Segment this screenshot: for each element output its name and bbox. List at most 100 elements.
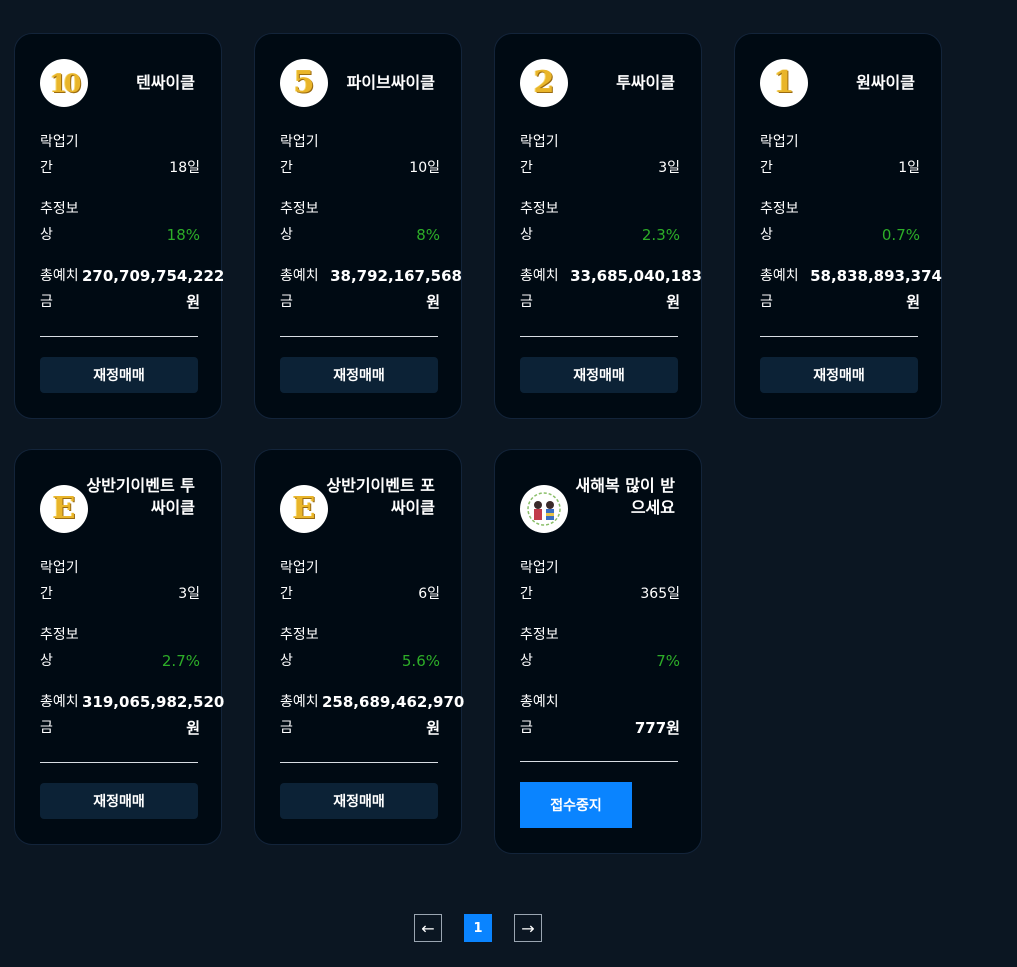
- product-card-one-cycle: 1 원싸이클 락업기간 1일 추정보상 0.7% 총예치금 58,838,893…: [734, 33, 942, 419]
- deposit-value: 33,685,040,183 원: [570, 267, 702, 311]
- lockup-row: 락업기간 6일: [280, 555, 440, 607]
- trade-button[interactable]: 재정매매: [280, 783, 438, 819]
- deposit-value: 38,792,167,568 원: [330, 267, 462, 311]
- reward-label: 추정보상: [520, 201, 559, 243]
- reward-value: 5.6%: [401, 652, 440, 670]
- reward-value: 2.3%: [641, 226, 680, 244]
- product-card-two-cycle: 2 투싸이클 락업기간 3일 추정보상 2.3% 총예치금 33,685,040…: [494, 33, 702, 419]
- lockup-label: 락업기간: [280, 134, 319, 176]
- reward-value: 7%: [656, 652, 680, 670]
- lockup-label: 락업기간: [520, 134, 559, 176]
- card-title: 상반기이벤트 투싸이클: [86, 476, 195, 517]
- reward-row: 추정보상 2.3%: [520, 196, 680, 248]
- card-title: 상반기이벤트 포싸이클: [326, 476, 435, 517]
- deposit-value: 58,838,893,374 원: [810, 267, 942, 311]
- closed-button[interactable]: 접수중지: [520, 782, 632, 828]
- trade-button[interactable]: 재정매매: [280, 357, 438, 393]
- lockup-value: 18일: [169, 160, 200, 176]
- deposit-value: 777원: [634, 719, 680, 737]
- reward-row: 추정보상 2.7%: [40, 622, 200, 674]
- lockup-label: 락업기간: [520, 560, 559, 602]
- card-header: 1 원싸이클: [760, 59, 915, 109]
- reward-label: 추정보상: [40, 201, 79, 243]
- card-header: 5 파이브싸이클: [280, 59, 435, 109]
- product-card-ten-cycle: 10 텐싸이클 락업기간 18일 추정보상 18% 총예치금 270,709,7…: [14, 33, 224, 419]
- lockup-label: 락업기간: [40, 134, 79, 176]
- lockup-label: 락업기간: [280, 560, 319, 602]
- trade-button[interactable]: 재정매매: [40, 357, 198, 393]
- divider: [280, 336, 438, 337]
- product-card-event-four-cycle: E 상반기이벤트 포싸이클 락업기간 6일 추정보상 5.6% 총예치금 258…: [254, 449, 464, 845]
- card-title: 투싸이클: [616, 73, 675, 92]
- deposit-label: 총예치금: [280, 268, 319, 310]
- card-header: E 상반기이벤트 포싸이클: [280, 475, 435, 533]
- badge-two-icon: 2: [520, 59, 568, 107]
- trade-button[interactable]: 재정매매: [40, 783, 198, 819]
- divider: [760, 336, 918, 337]
- prev-page-button[interactable]: ←: [414, 914, 442, 942]
- reward-label: 추정보상: [520, 627, 559, 669]
- divider: [520, 761, 678, 762]
- deposit-row: 총예치금 270,709,754,222 원: [40, 263, 224, 315]
- product-card-event-two-cycle: E 상반기이벤트 투싸이클 락업기간 3일 추정보상 2.7% 총예치금 319…: [14, 449, 224, 845]
- lockup-value: 1일: [898, 160, 920, 176]
- trade-button[interactable]: 재정매매: [520, 357, 678, 393]
- reward-value: 8%: [416, 226, 440, 244]
- divider: [520, 336, 678, 337]
- card-title: 새해복 많이 받으세요: [575, 476, 675, 517]
- lockup-row: 락업기간 18일: [40, 129, 200, 181]
- deposit-label: 총예치금: [520, 268, 559, 310]
- trade-button[interactable]: 재정매매: [760, 357, 918, 393]
- lockup-label: 락업기간: [40, 560, 79, 602]
- reward-row: 추정보상 0.7%: [760, 196, 920, 248]
- deposit-label: 총예치금: [40, 694, 79, 736]
- reward-row: 추정보상 8%: [280, 196, 440, 248]
- lockup-row: 락업기간 1일: [760, 129, 920, 181]
- lockup-value: 3일: [658, 160, 680, 176]
- badge-e-icon: E: [40, 485, 88, 533]
- badge-ten-icon: 10: [40, 59, 88, 107]
- product-card-new-year: 새해복 많이 받으세요 락업기간 365일 추정보상 7% 총예치금 777원 …: [494, 449, 702, 854]
- lockup-row: 락업기간 3일: [520, 129, 680, 181]
- reward-value: 2.7%: [161, 652, 200, 670]
- card-title: 원싸이클: [856, 73, 915, 92]
- reward-label: 추정보상: [280, 201, 319, 243]
- page-1-button[interactable]: 1: [464, 914, 492, 942]
- lockup-value: 6일: [418, 586, 440, 602]
- divider: [40, 762, 198, 763]
- lockup-row: 락업기간 10일: [280, 129, 440, 181]
- reward-label: 추정보상: [280, 627, 319, 669]
- next-page-button[interactable]: →: [514, 914, 542, 942]
- card-header: 2 투싸이클: [520, 59, 675, 109]
- product-card-five-cycle: 5 파이브싸이클 락업기간 10일 추정보상 8% 총예치금 38,792,16…: [254, 33, 462, 419]
- lockup-label: 락업기간: [760, 134, 799, 176]
- card-header: 새해복 많이 받으세요: [520, 475, 675, 533]
- deposit-value: 258,689,462,970 원: [322, 693, 465, 737]
- reward-label: 추정보상: [40, 627, 79, 669]
- reward-value: 18%: [166, 226, 200, 244]
- lockup-value: 3일: [178, 586, 200, 602]
- reward-row: 추정보상 7%: [520, 622, 680, 674]
- lockup-row: 락업기간 365일: [520, 555, 680, 607]
- deposit-label: 총예치금: [280, 694, 319, 736]
- badge-five-icon: 5: [280, 59, 328, 107]
- reward-row: 추정보상 5.6%: [280, 622, 440, 674]
- card-header: E 상반기이벤트 투싸이클: [40, 475, 195, 533]
- deposit-row: 총예치금 33,685,040,183 원: [520, 263, 702, 315]
- deposit-value: 270,709,754,222 원: [82, 267, 225, 311]
- deposit-row: 총예치금 58,838,893,374 원: [760, 263, 942, 315]
- reward-value: 0.7%: [881, 226, 920, 244]
- card-title: 파이브싸이클: [346, 73, 435, 92]
- lockup-value: 365일: [640, 586, 680, 602]
- card-header: 10 텐싸이클: [40, 59, 195, 109]
- badge-one-icon: 1: [760, 59, 808, 107]
- divider: [280, 762, 438, 763]
- deposit-row: 총예치금 258,689,462,970 원: [280, 689, 464, 741]
- reward-row: 추정보상 18%: [40, 196, 200, 248]
- card-title: 텐싸이클: [136, 73, 195, 92]
- deposit-label: 총예치금: [760, 268, 799, 310]
- lockup-row: 락업기간 3일: [40, 555, 200, 607]
- deposit-row: 총예치금 777원: [520, 689, 680, 741]
- new-year-illustration-icon: [520, 485, 568, 533]
- reward-label: 추정보상: [760, 201, 799, 243]
